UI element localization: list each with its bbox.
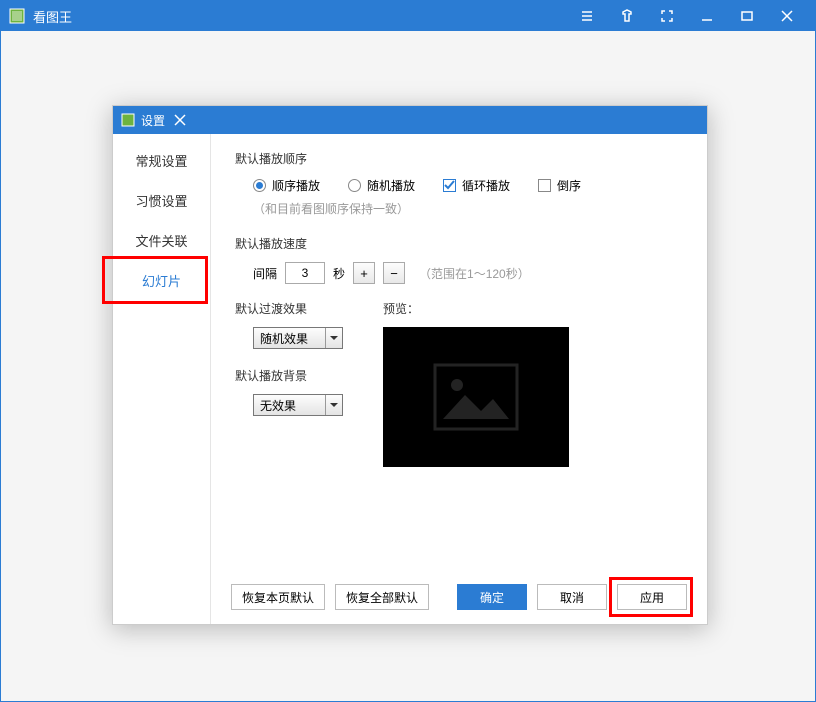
checkbox-label: 循环播放: [462, 177, 510, 194]
radio-icon: [348, 179, 361, 192]
preview-label: 预览：: [383, 300, 569, 317]
interval-label: 间隔: [253, 265, 277, 282]
app-icon: [9, 8, 25, 24]
checkbox-icon: [538, 179, 551, 192]
reset-all-button[interactable]: 恢复全部默认: [335, 584, 429, 610]
background-combo[interactable]: 无效果: [253, 394, 343, 416]
close-button[interactable]: [767, 1, 807, 31]
sidebar-item-slideshow[interactable]: 幻灯片: [113, 260, 210, 300]
dialog-body: 常规设置 习惯设置 文件关联 幻灯片 默认播放顺序 顺序播放: [113, 134, 707, 624]
transition-label: 默认过渡效果: [235, 300, 343, 317]
background-section: 默认播放背景 无效果: [235, 367, 343, 416]
settings-sidebar: 常规设置 习惯设置 文件关联 幻灯片: [113, 134, 211, 624]
apply-button[interactable]: 应用: [617, 584, 687, 610]
reset-page-button[interactable]: 恢复本页默认: [231, 584, 325, 610]
combo-value: 随机效果: [260, 330, 308, 347]
main-titlebar: 看图王: [1, 1, 815, 31]
play-order-hint: （和目前看图顺序保持一致）: [253, 200, 683, 217]
checkbox-icon: [443, 179, 456, 192]
menu-button[interactable]: [567, 1, 607, 31]
dialog-close-button[interactable]: [165, 106, 195, 134]
sidebar-item-general[interactable]: 常规设置: [113, 140, 210, 180]
checkbox-reverse[interactable]: 倒序: [538, 177, 581, 194]
unit-label: 秒: [333, 265, 345, 282]
radio-label: 随机播放: [367, 177, 415, 194]
range-hint: （范围在1～120秒）: [419, 265, 530, 282]
ok-button[interactable]: 确定: [457, 584, 527, 610]
play-order-section: 默认播放顺序 顺序播放 随机播放: [235, 150, 683, 217]
dialog-footer: 恢复本页默认 恢复全部默认 确定 取消 应用: [211, 584, 707, 610]
radio-sequential[interactable]: 顺序播放: [253, 177, 320, 194]
checkbox-loop[interactable]: 循环播放: [443, 177, 510, 194]
dialog-titlebar: 设置: [113, 106, 707, 134]
chevron-down-icon: [325, 395, 338, 415]
cancel-button[interactable]: 取消: [537, 584, 607, 610]
skin-button[interactable]: [607, 1, 647, 31]
dialog-icon: [121, 113, 135, 127]
transition-combo[interactable]: 随机效果: [253, 327, 343, 349]
settings-content: 默认播放顺序 顺序播放 随机播放: [211, 134, 707, 624]
radio-label: 顺序播放: [272, 177, 320, 194]
minimize-button[interactable]: [687, 1, 727, 31]
sidebar-item-label: 幻灯片: [142, 271, 181, 290]
chevron-down-icon: [325, 328, 338, 348]
preview-box: [383, 327, 569, 467]
radio-random[interactable]: 随机播放: [348, 177, 415, 194]
increment-button[interactable]: +: [353, 262, 375, 284]
sidebar-item-label: 习惯设置: [135, 191, 187, 210]
radio-icon: [253, 179, 266, 192]
sidebar-item-label: 文件关联: [135, 231, 187, 250]
checkbox-label: 倒序: [557, 177, 581, 194]
decrement-button[interactable]: −: [383, 262, 405, 284]
sidebar-item-file-assoc[interactable]: 文件关联: [113, 220, 210, 260]
dialog-title: 设置: [141, 112, 165, 129]
main-window: 看图王 设置 常规设置 习惯设置 文件关联 幻灯片: [0, 0, 816, 702]
background-label: 默认播放背景: [235, 367, 343, 384]
fullscreen-button[interactable]: [647, 1, 687, 31]
app-title: 看图王: [33, 7, 72, 26]
sidebar-item-habit[interactable]: 习惯设置: [113, 180, 210, 220]
settings-dialog: 设置 常规设置 习惯设置 文件关联 幻灯片 默认播放顺序: [112, 105, 708, 625]
sidebar-item-label: 常规设置: [135, 151, 187, 170]
play-speed-section: 默认播放速度 间隔 秒 + − （范围在1～120秒） 默认过渡效果: [235, 235, 683, 467]
maximize-button[interactable]: [727, 1, 767, 31]
play-speed-label: 默认播放速度: [235, 235, 683, 252]
transition-section: 默认过渡效果 随机效果: [235, 300, 343, 349]
play-order-label: 默认播放顺序: [235, 150, 683, 167]
placeholder-image-icon: [431, 361, 521, 433]
interval-input[interactable]: [285, 262, 325, 284]
combo-value: 无效果: [260, 397, 296, 414]
